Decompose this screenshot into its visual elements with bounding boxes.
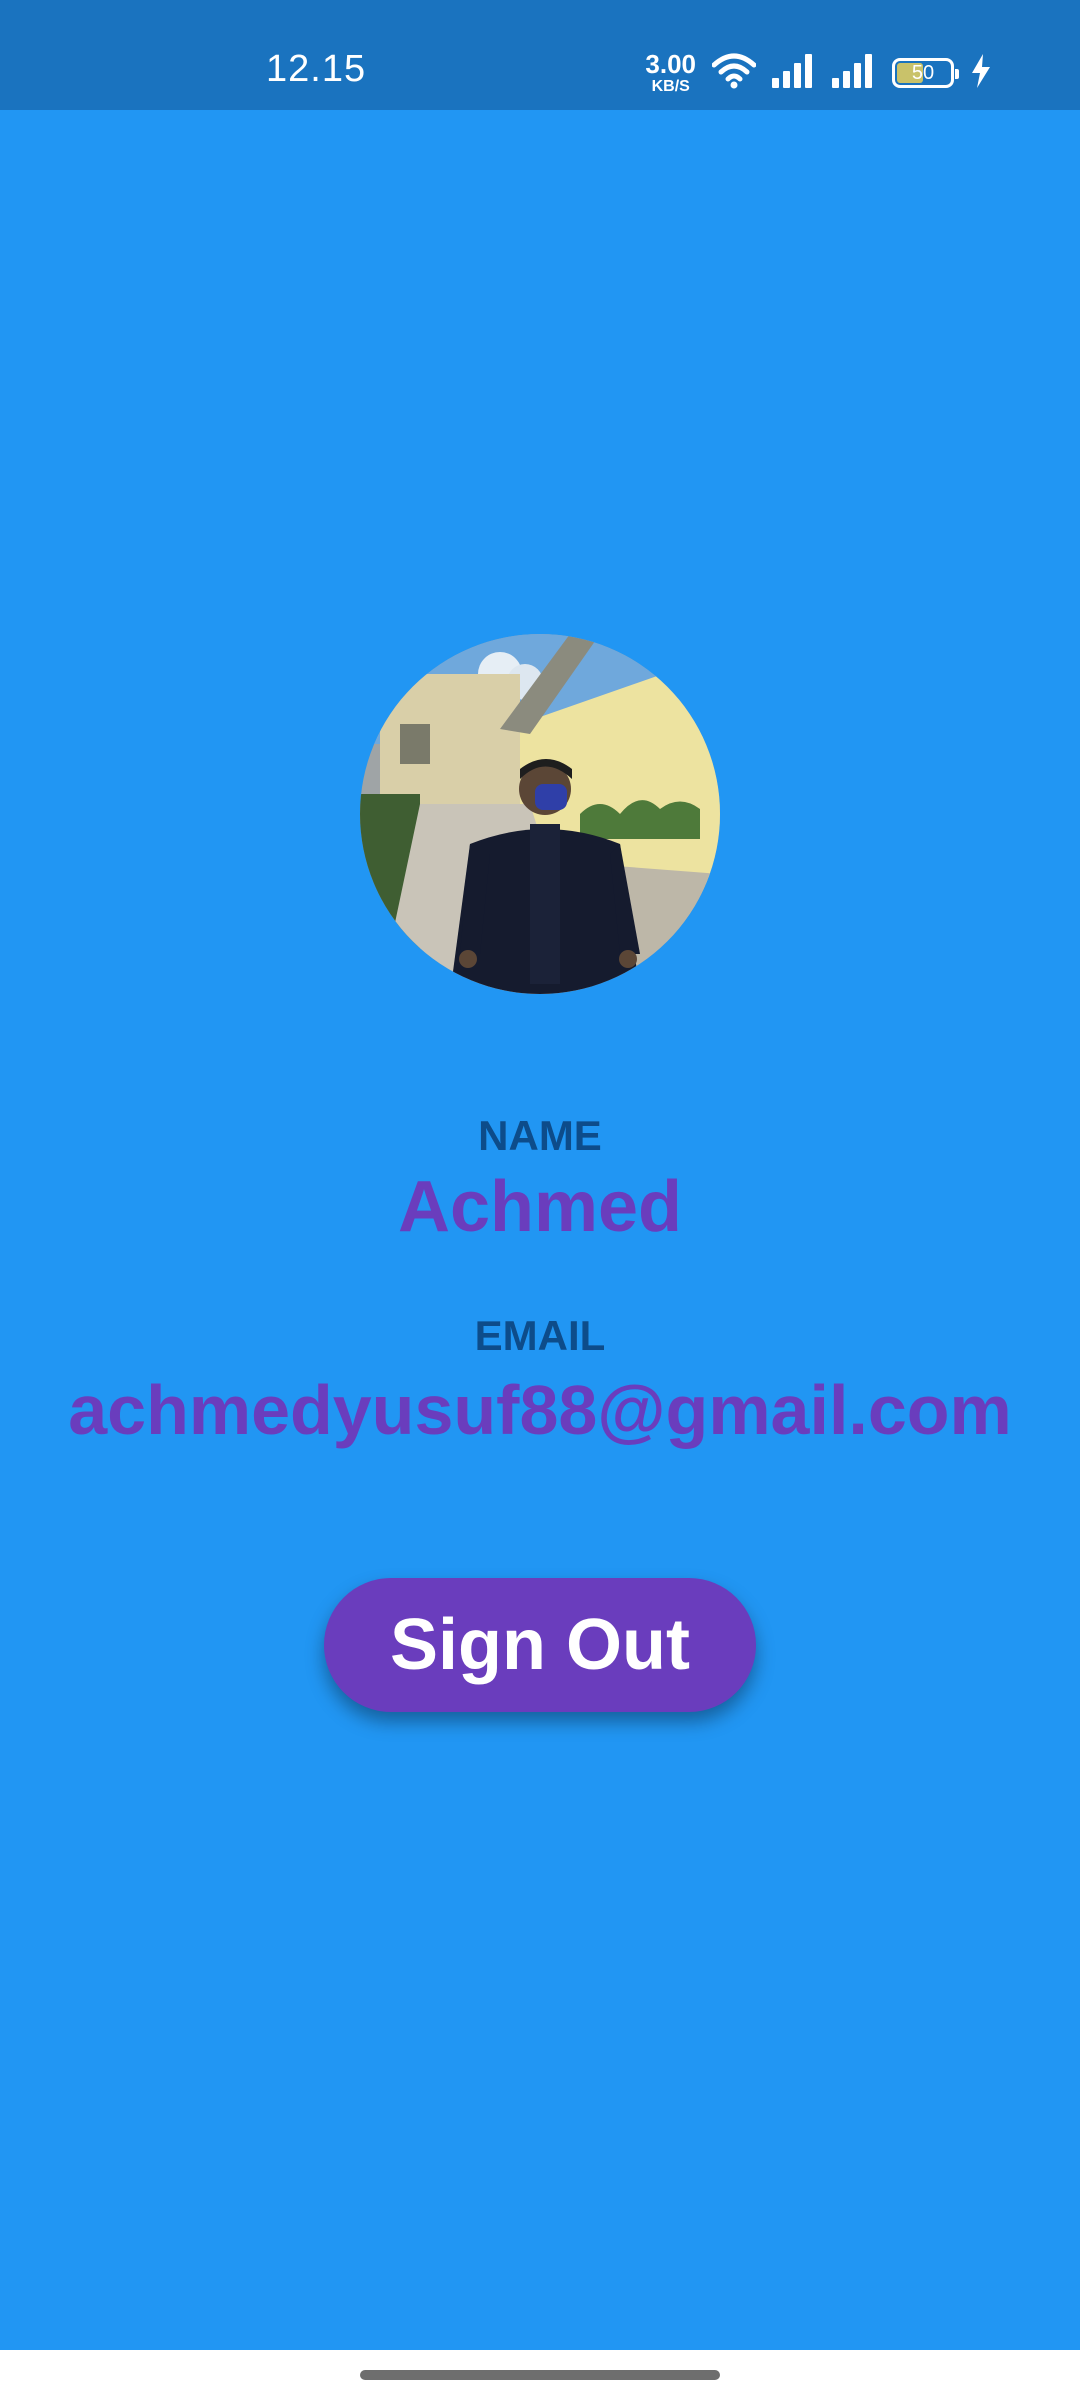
home-gesture-handle[interactable] [360,2370,720,2380]
status-time: 12.15 [266,48,367,90]
avatar-photo [360,634,720,994]
avatar [360,634,720,994]
network-speed-unit: KB/S [651,78,690,95]
network-speed: 3.00 KB/S [645,51,696,95]
status-bar: 12.15 3.00 KB/S 50 [0,0,1080,110]
wifi-icon [711,53,757,94]
email-label: EMAIL [474,1312,606,1359]
battery-level: 50 [911,62,935,84]
name-value: Achmed [397,1167,683,1247]
sign-out-button[interactable]: Sign Out [324,1578,756,1712]
network-speed-value: 3.00 [645,49,696,79]
charging-icon [970,53,992,93]
email-value: achmedyusuf88@gmail.com [68,1371,1012,1449]
name-label: NAME [478,1112,602,1159]
battery-nub [955,69,959,79]
signal-icon [772,53,816,93]
navigation-bar [0,2350,1080,2400]
battery-icon: 50 [892,58,959,88]
signal-icon [832,53,876,93]
status-icons: 3.00 KB/S 50 [645,48,992,98]
